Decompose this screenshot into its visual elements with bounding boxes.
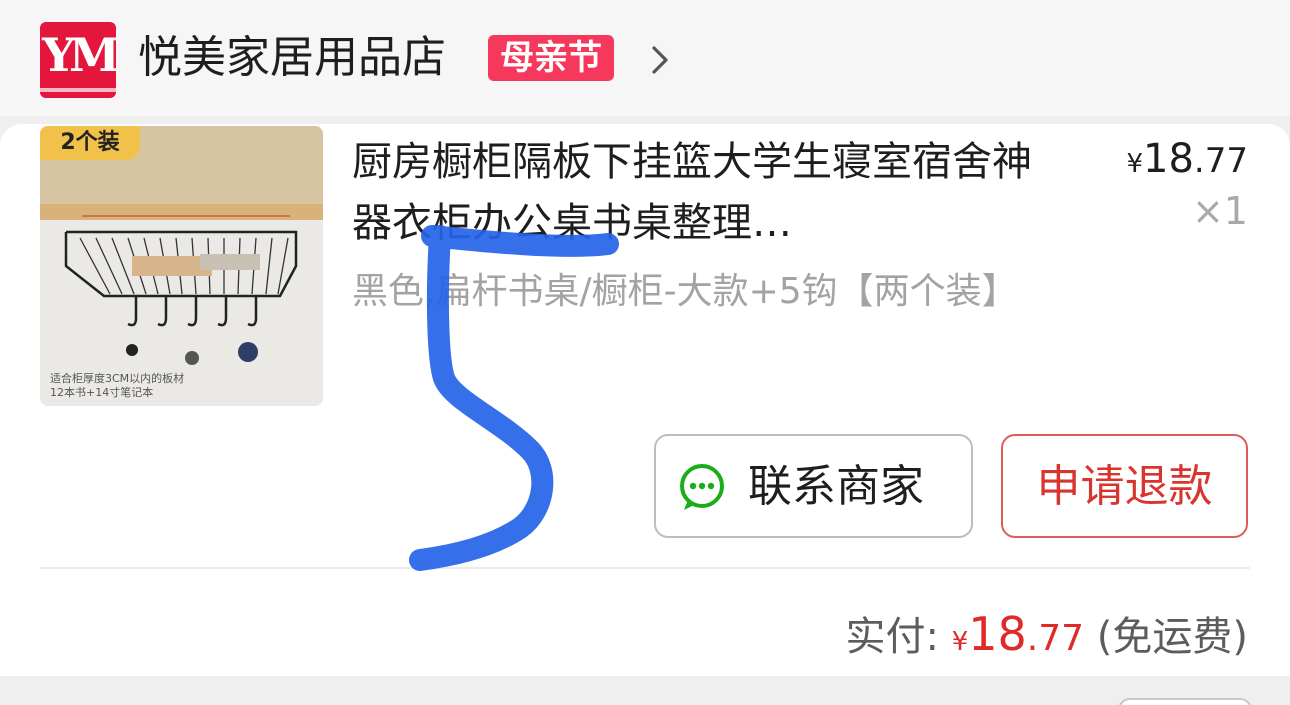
paid-decimal: .77 — [1026, 618, 1085, 659]
unit-price: ¥18.77 — [1126, 130, 1248, 193]
shipping-note: (免运费) — [1096, 614, 1248, 660]
paid-integer: 18 — [968, 607, 1027, 661]
shop-name[interactable]: 悦美家居用品店 — [138, 28, 446, 88]
product-spec: 黑色,扁杆书桌/橱柜-大款+5钩【两个装】 — [352, 271, 1018, 312]
image-caption-line2: 12本书+14寸笔记本 — [50, 386, 154, 399]
contact-seller-button[interactable]: 联系商家 — [654, 434, 973, 538]
wechat-icon — [680, 464, 724, 510]
price-integer: 18 — [1143, 136, 1194, 182]
paid-total: 实付: ¥18.77 (免运费) — [846, 602, 1249, 674]
next-action-button-peek[interactable] — [1118, 698, 1252, 705]
contact-seller-label: 联系商家 — [748, 461, 924, 512]
request-refund-button[interactable]: 申请退款 — [1001, 434, 1248, 538]
paid-amount: ¥18.77 — [951, 607, 1085, 661]
shop-header[interactable]: YM 悦美家居用品店 母亲节 — [0, 0, 1290, 116]
shop-logo-underline — [40, 88, 116, 92]
order-card: 2个装 适合柜厚度3CM以内的板材 12本书+14寸笔记本 厨房橱柜隔板下挂篮大… — [0, 124, 1290, 676]
order-page: YM 悦美家居用品店 母亲节 2个装 适合柜厚度3CM以内的板材 12本书+14… — [0, 0, 1290, 705]
paid-label: 实付: — [845, 614, 939, 660]
chevron-right-icon[interactable] — [646, 42, 674, 78]
image-badge: 2个装 — [40, 126, 140, 160]
product-image[interactable]: 2个装 适合柜厚度3CM以内的板材 12本书+14寸笔记本 — [40, 126, 323, 406]
basket-illustration — [40, 215, 323, 406]
image-caption: 适合柜厚度3CM以内的板材 12本书+14寸笔记本 — [50, 372, 184, 400]
quantity: ×1 — [1191, 189, 1248, 233]
paid-currency: ¥ — [951, 627, 969, 657]
price-decimal: .77 — [1193, 141, 1248, 181]
shop-logo: YM — [40, 22, 116, 98]
shop-logo-text: YM — [42, 28, 116, 82]
price-currency: ¥ — [1126, 149, 1144, 179]
image-caption-line1: 适合柜厚度3CM以内的板材 — [50, 372, 185, 385]
product-title[interactable]: 厨房橱柜隔板下挂篮大学生寝室宿舍神器衣柜办公桌书桌整理… — [352, 132, 1042, 254]
promo-badge: 母亲节 — [488, 35, 614, 81]
divider — [40, 567, 1250, 569]
